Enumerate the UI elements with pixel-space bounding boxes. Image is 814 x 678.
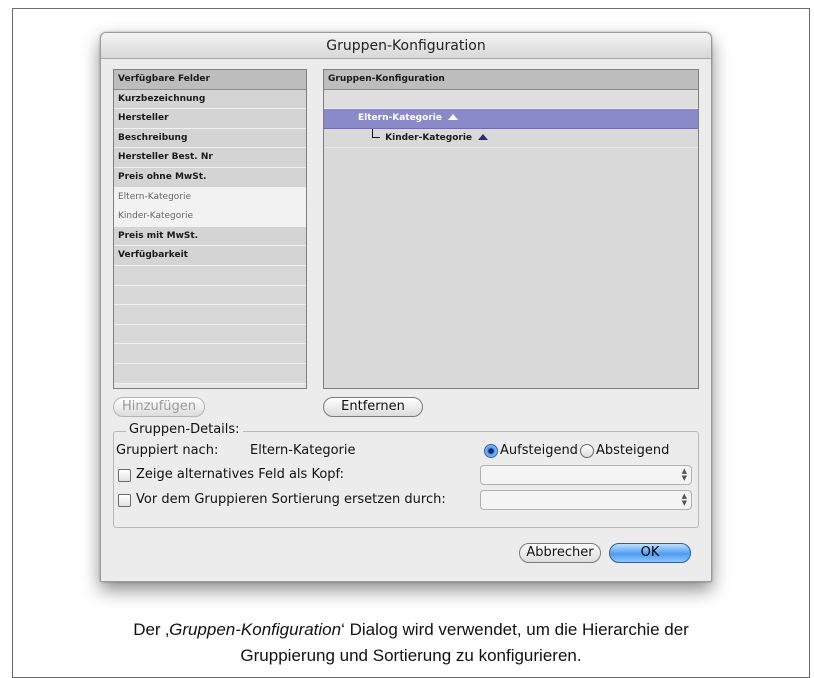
alt-header-checkbox[interactable] bbox=[118, 469, 131, 482]
list-item[interactable]: Beschreibung bbox=[114, 128, 306, 149]
updown-arrows-icon: ▲ ▼ bbox=[681, 492, 687, 507]
list-item[interactable]: Preis mit MwSt. bbox=[114, 226, 306, 247]
tree-item-kinder-kategorie[interactable]: Kinder-Kategorie bbox=[324, 128, 698, 149]
replace-sort-label[interactable]: Vor dem Gruppieren Sortierung ersetzen d… bbox=[136, 492, 446, 507]
ascending-triangle-icon[interactable] bbox=[448, 114, 459, 121]
caption-line2: Gruppierung und Sortierung zu konfigurie… bbox=[240, 646, 582, 665]
alt-header-popup[interactable]: ▲ ▼ bbox=[480, 465, 692, 485]
empty-list-row bbox=[114, 363, 306, 384]
ascending-radio[interactable] bbox=[484, 444, 498, 458]
ascending-label[interactable]: Aufsteigend bbox=[500, 443, 578, 458]
empty-list-row bbox=[114, 324, 306, 345]
ascending-triangle-icon[interactable] bbox=[478, 133, 489, 140]
figure-caption: Der ‚Gruppen-Konfiguration‘ Dialog wird … bbox=[12, 617, 810, 669]
ok-button[interactable]: OK bbox=[609, 543, 691, 563]
remove-button[interactable]: Entfernen bbox=[323, 397, 423, 417]
grouped-by-label: Gruppiert nach: bbox=[116, 443, 219, 458]
available-fields-header: Verfügbare Felder bbox=[114, 70, 306, 90]
updown-arrows-icon: ▲ ▼ bbox=[681, 467, 687, 482]
group-details-legend: Gruppen-Details: bbox=[126, 422, 243, 437]
group-config-dialog: Gruppen-Konfiguration Verfügbare Felder … bbox=[100, 32, 712, 582]
replace-sort-popup[interactable]: ▲ ▼ bbox=[480, 490, 692, 510]
list-item[interactable]: Kinder-Kategorie bbox=[114, 207, 306, 227]
tree-item-label: Eltern-Kategorie bbox=[358, 113, 442, 124]
replace-sort-checkbox[interactable] bbox=[118, 494, 131, 507]
tree-item-eltern-kategorie[interactable]: Eltern-Kategorie bbox=[324, 109, 698, 129]
dialog-title: Gruppen-Konfiguration bbox=[101, 33, 711, 59]
empty-list-row bbox=[114, 305, 306, 325]
list-item[interactable]: Kurzbezeichnung bbox=[114, 89, 306, 110]
group-config-tree[interactable]: Gruppen-Konfiguration Eltern-Kategorie K… bbox=[323, 69, 699, 389]
empty-list-row bbox=[114, 344, 306, 364]
list-item[interactable]: Eltern-Kategorie bbox=[114, 187, 306, 208]
caption-prefix: Der ‚ bbox=[133, 620, 170, 639]
empty-list-row bbox=[114, 285, 306, 306]
available-fields-list[interactable]: Verfügbare Felder Kurzbezeichnung Herste… bbox=[113, 69, 307, 389]
empty-tree-row bbox=[324, 89, 698, 110]
caption-suffix: ‘ Dialog wird verwendet, um die Hierarch… bbox=[341, 620, 689, 639]
list-item[interactable]: Verfügbarkeit bbox=[114, 246, 306, 266]
tree-item-label: Kinder-Kategorie bbox=[385, 132, 473, 143]
caption-emphasis: Gruppen-Konfiguration bbox=[169, 620, 342, 639]
grouped-by-value: Eltern-Kategorie bbox=[250, 443, 356, 458]
cancel-button[interactable]: Abbrecher bbox=[519, 543, 601, 563]
add-button[interactable]: Hinzufügen bbox=[113, 397, 205, 417]
group-config-tree-header: Gruppen-Konfiguration bbox=[324, 70, 698, 90]
descending-radio[interactable] bbox=[580, 444, 594, 458]
list-item[interactable]: Preis ohne MwSt. bbox=[114, 167, 306, 188]
alt-header-label[interactable]: Zeige alternatives Feld als Kopf: bbox=[136, 467, 344, 482]
tree-connector-icon bbox=[372, 128, 380, 138]
list-item[interactable]: Hersteller Best. Nr bbox=[114, 148, 306, 168]
group-details-box: Gruppen-Details: Gruppiert nach: Eltern-… bbox=[113, 422, 699, 528]
descending-label[interactable]: Absteigend bbox=[596, 443, 669, 458]
empty-list-row bbox=[114, 265, 306, 286]
list-item[interactable]: Hersteller bbox=[114, 109, 306, 129]
